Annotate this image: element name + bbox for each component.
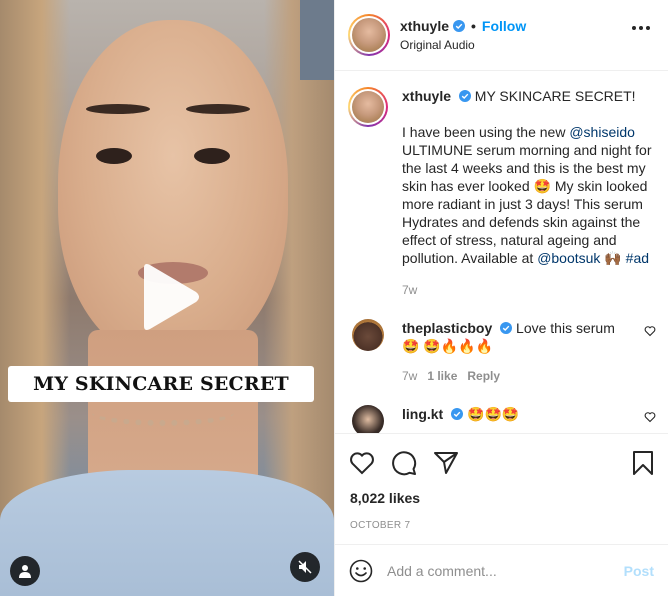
speaker-muted-icon bbox=[298, 560, 312, 574]
author-username[interactable]: xthuyle bbox=[400, 18, 449, 34]
tagged-users-button[interactable] bbox=[10, 556, 40, 586]
like-comment-button[interactable] bbox=[644, 411, 656, 423]
caption-author-avatar[interactable] bbox=[348, 87, 388, 127]
smiley-icon bbox=[349, 559, 373, 582]
comment-item: ling.kt 🤩🤩🤩 bbox=[335, 405, 668, 433]
video-player[interactable]: MY SKINCARE SECRET bbox=[0, 0, 334, 596]
video-text-overlay: MY SKINCARE SECRET bbox=[8, 366, 314, 402]
comment-text: 🤩🤩🤩 bbox=[467, 406, 520, 422]
audio-label[interactable]: Original Audio bbox=[400, 38, 526, 52]
post-header: xthuyle • Follow Original Audio bbox=[335, 0, 668, 71]
comment-button[interactable] bbox=[391, 450, 417, 476]
author-avatar[interactable] bbox=[348, 14, 390, 56]
emoji-button[interactable] bbox=[349, 559, 373, 583]
comment-item: theplasticboy Love this serum 🤩 🤩🔥🔥🔥 7w … bbox=[335, 319, 668, 385]
likes-count[interactable]: 8,022 likes bbox=[350, 490, 654, 506]
comment-likes[interactable]: 1 like bbox=[427, 367, 457, 385]
heart-icon bbox=[350, 452, 374, 475]
commenter-avatar[interactable] bbox=[352, 319, 384, 351]
comment-username[interactable]: ling.kt bbox=[402, 406, 443, 422]
caption-text: 🙌🏾 bbox=[600, 250, 626, 266]
comment-icon bbox=[392, 451, 417, 476]
bookmark-icon bbox=[633, 451, 653, 475]
separator-dot: • bbox=[471, 18, 476, 34]
play-icon bbox=[144, 264, 199, 330]
instagram-post: MY SKINCARE SECRET xthuyle • Follow Orig… bbox=[0, 0, 668, 596]
post-caption: xthuyle MY SKINCARE SECRET! I have been … bbox=[335, 71, 668, 299]
like-button[interactable] bbox=[349, 451, 375, 475]
save-button[interactable] bbox=[632, 450, 654, 476]
mention-link[interactable]: @bootsuk bbox=[537, 250, 600, 266]
post-date[interactable]: OCTOBER 7 bbox=[350, 520, 654, 531]
mention-link[interactable]: @shiseido bbox=[569, 124, 635, 140]
comments-section[interactable]: xthuyle MY SKINCARE SECRET! I have been … bbox=[335, 71, 668, 433]
comment-time[interactable]: 7w bbox=[402, 367, 417, 385]
heart-icon bbox=[644, 412, 656, 423]
more-options-icon[interactable] bbox=[632, 26, 650, 30]
verified-badge-icon bbox=[453, 20, 466, 32]
hashtag-link[interactable]: #ad bbox=[626, 250, 649, 266]
video-overlay-text: MY SKINCARE SECRET bbox=[33, 373, 289, 395]
post-comment-button[interactable]: Post bbox=[624, 563, 654, 579]
add-comment-bar: Post bbox=[335, 544, 668, 596]
verified-badge-icon bbox=[458, 89, 471, 102]
verified-badge-icon bbox=[451, 407, 464, 420]
verified-badge-icon bbox=[500, 321, 513, 334]
mute-button[interactable] bbox=[290, 552, 320, 582]
reply-button[interactable]: Reply bbox=[467, 367, 500, 385]
caption-time[interactable]: 7w bbox=[402, 281, 654, 299]
commenter-avatar[interactable] bbox=[352, 405, 384, 433]
user-icon bbox=[19, 565, 31, 578]
caption-title: MY SKINCARE SECRET! bbox=[474, 88, 636, 104]
caption-text: I have been using the new bbox=[402, 124, 570, 140]
heart-icon bbox=[644, 326, 656, 337]
share-button[interactable] bbox=[433, 451, 459, 475]
post-details-panel: xthuyle • Follow Original Audio xthuyle … bbox=[334, 0, 668, 596]
like-comment-button[interactable] bbox=[644, 325, 656, 337]
paper-plane-icon bbox=[434, 452, 458, 474]
caption-username[interactable]: xthuyle bbox=[402, 88, 451, 104]
follow-button[interactable]: Follow bbox=[482, 18, 526, 34]
comment-input[interactable] bbox=[387, 562, 607, 579]
caption-text: ULTIMUNE serum morning and night for the… bbox=[402, 142, 652, 266]
play-button[interactable] bbox=[136, 262, 202, 332]
comment-username[interactable]: theplasticboy bbox=[402, 320, 492, 336]
